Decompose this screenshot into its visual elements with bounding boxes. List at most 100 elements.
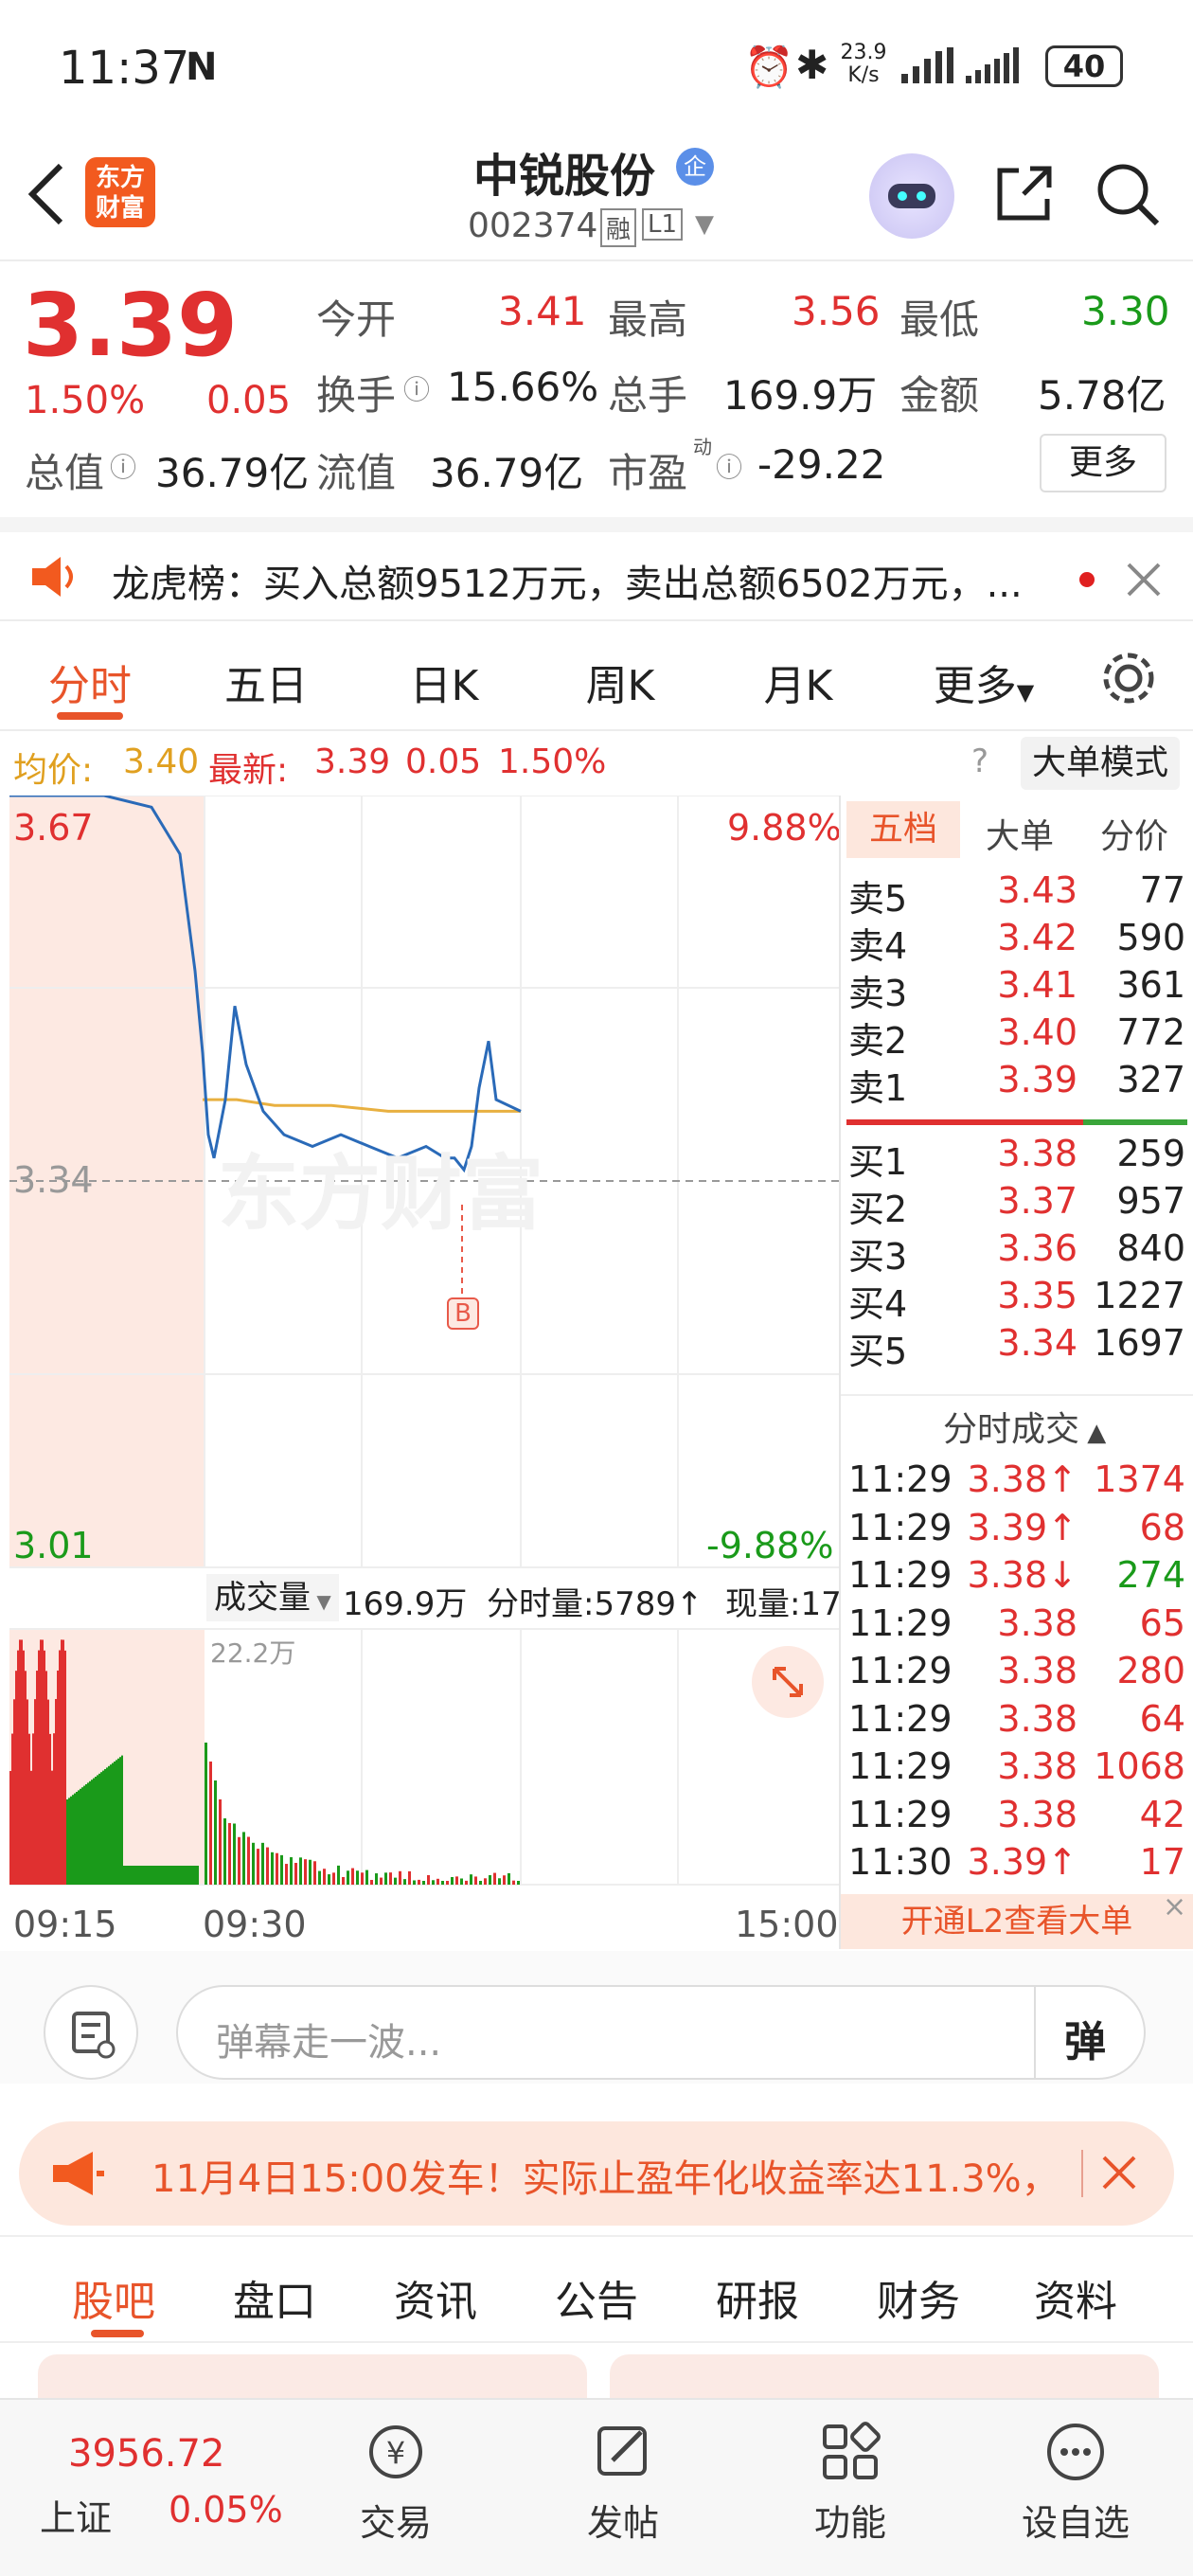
volume-bar [28, 1734, 30, 1885]
buy-marker[interactable]: B [447, 1297, 479, 1330]
info-icon[interactable]: ⓘ [110, 447, 136, 485]
volume-bar [242, 1832, 245, 1885]
back-icon[interactable] [23, 161, 70, 227]
index-name[interactable]: 上证 [40, 2489, 112, 2541]
volume-bar [93, 1779, 95, 1885]
danmaku-input[interactable]: 弹幕走一波... 弹 [176, 1985, 1146, 2080]
margin-tag: 融 [600, 208, 636, 247]
news-ticker[interactable]: 龙虎榜：买入总额9512万元，卖出总额6502万元，... [0, 517, 1193, 621]
volume-bar [193, 1866, 195, 1885]
tab-weekly-k[interactable]: 周K [549, 652, 691, 712]
tab-news[interactable]: 资讯 [369, 2267, 502, 2328]
megaphone-icon [49, 2150, 106, 2197]
app-logo[interactable]: 东方 财富 [85, 157, 155, 227]
close-icon[interactable]: × [1163, 1890, 1186, 1923]
low-value: 3.30 [1081, 288, 1170, 334]
community-tabs: 股吧 盘口 资讯 公告 研报 财务 资料 [0, 2235, 1193, 2343]
tab-finance[interactable]: 财务 [852, 2267, 985, 2328]
tab-five-day[interactable]: 五日 [195, 652, 337, 712]
large-order-mode-button[interactable]: 大单模式 [1021, 737, 1180, 790]
volume-bar [195, 1866, 197, 1885]
assistant-robot-icon[interactable] [869, 153, 954, 239]
volume-bar [186, 1866, 187, 1885]
volume-max-label: 22.2万 [210, 1633, 295, 1671]
volume-bar [161, 1866, 163, 1885]
more-button[interactable]: 更多 [1040, 434, 1166, 492]
news-text: 龙虎榜：买入总额9512万元，卖出总额6502万元，... [112, 553, 1049, 608]
bid-level: 买1 [848, 1133, 907, 1185]
volume-bar [11, 1734, 13, 1885]
open-l2-banner[interactable]: 开通L2查看大单 [841, 1894, 1193, 1949]
tick-volume: 64 [1140, 1698, 1185, 1740]
volume-bar [498, 1878, 501, 1885]
more-dots-icon [1042, 2419, 1109, 2485]
volume-bar [68, 1798, 70, 1885]
last-change: 0.05 [405, 742, 481, 781]
settings-gear-icon[interactable] [1100, 650, 1157, 707]
status-bar: 11:37 N ⏰ ✱ 23.9 K/s 40 [0, 0, 1193, 133]
expand-icon[interactable] [752, 1646, 824, 1718]
enterprise-badge[interactable]: 企 [676, 148, 714, 186]
tab-price-dist[interactable]: 分价 [1077, 809, 1191, 858]
volume-bar [503, 1875, 506, 1885]
volume-bar [40, 1639, 42, 1885]
info-icon[interactable]: ⓘ [403, 369, 430, 407]
tab-daily-k[interactable]: 日K [373, 652, 515, 712]
help-icon[interactable]: ? [971, 742, 988, 780]
search-icon[interactable] [1095, 161, 1163, 229]
close-icon[interactable] [1125, 561, 1163, 599]
tick-title[interactable]: 分时成交 ▲ [943, 1402, 1106, 1451]
volume-bar [51, 1771, 53, 1885]
volume-value: 169.9万 [723, 364, 877, 421]
info-icon[interactable]: ⓘ [716, 447, 742, 485]
nav-watchlist[interactable]: 设自选 [1000, 2419, 1151, 2546]
danmaku-bar: 弹幕走一波... 弹 [0, 1951, 1193, 2084]
volume-bar [21, 1639, 23, 1885]
tab-large-order[interactable]: 大单 [968, 809, 1072, 858]
high-label: 最高 [608, 288, 687, 346]
nav-watchlist-label: 设自选 [1000, 2494, 1151, 2546]
nav-trade[interactable]: ¥ 交易 [320, 2419, 472, 2546]
volume-bar [276, 1853, 278, 1885]
tab-forum[interactable]: 股吧 [47, 2267, 180, 2328]
ask-row: 卖1 3.39 327 [841, 1059, 1193, 1108]
tab-announcements[interactable]: 公告 [530, 2267, 663, 2328]
danmaku-settings-icon[interactable] [44, 1985, 138, 2080]
bid-row: 买4 3.35 1227 [841, 1275, 1193, 1324]
tab-research[interactable]: 研报 [691, 2267, 824, 2328]
dropdown-icon[interactable]: ▼ [695, 210, 714, 239]
status-time: 11:37 [59, 42, 189, 95]
low-label: 最低 [899, 288, 979, 346]
bid-price: 3.38 [935, 1133, 1077, 1174]
intraday-chart[interactable]: 东方财富 3.67 3.34 3.01 9.88% -9.88% B 成交量 ▼… [9, 796, 839, 1949]
tick-volume: 65 [1140, 1602, 1185, 1644]
last-label: 最新: [208, 742, 288, 792]
index-value[interactable]: 3956.72 [68, 2432, 224, 2476]
volume-bar [62, 1639, 64, 1885]
volume-bar [57, 1671, 59, 1885]
volume-bar [127, 1866, 129, 1885]
pct-bottom-label: -9.88% [706, 1525, 833, 1566]
tab-monthly-k[interactable]: 月K [727, 652, 869, 712]
close-icon[interactable] [1100, 2154, 1138, 2191]
ask-level: 卖3 [848, 964, 907, 1016]
tab-handicap[interactable]: 盘口 [208, 2267, 341, 2328]
edit-icon [590, 2419, 656, 2485]
volume-selector[interactable]: 成交量 ▼ [206, 1574, 339, 1621]
ask-volume: 772 [1116, 1011, 1185, 1053]
tab-more[interactable]: 更多▼ [913, 652, 1055, 712]
volume-bar [309, 1860, 312, 1885]
tab-five-level[interactable]: 五档 [846, 801, 960, 858]
nav-functions[interactable]: 功能 [775, 2419, 926, 2546]
danmaku-toggle-button[interactable]: 弹 [1064, 2008, 1106, 2068]
volume-bar [59, 1650, 61, 1885]
volume-bar [47, 1700, 49, 1885]
volume-bar [219, 1799, 222, 1885]
promo-banner[interactable]: 11月4日15:00发车！实际止盈年化收益率达11.3%， [19, 2121, 1174, 2226]
tab-intraday[interactable]: 分时 [19, 652, 161, 712]
tick-row: 11:29 3.39↑ 68 [841, 1507, 1193, 1556]
share-icon[interactable] [990, 161, 1057, 227]
nav-post[interactable]: 发帖 [547, 2419, 699, 2546]
tab-profile[interactable]: 资料 [1009, 2267, 1142, 2328]
ask-price: 3.43 [935, 869, 1077, 911]
